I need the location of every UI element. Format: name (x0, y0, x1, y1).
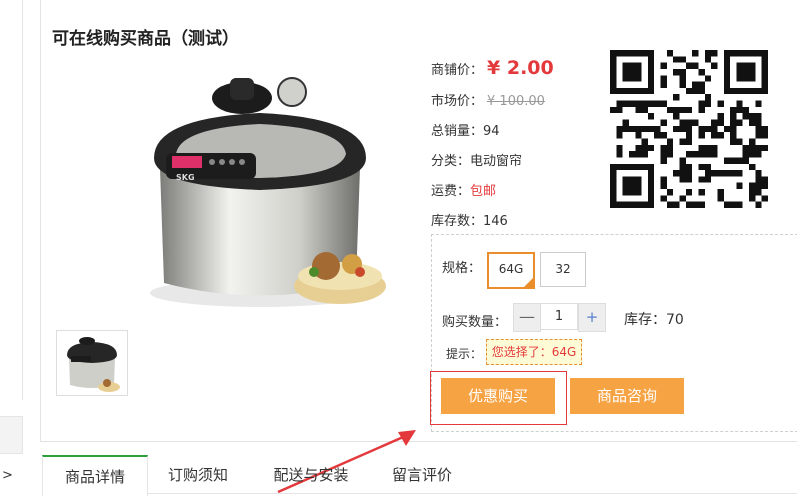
quantity-increase-button[interactable]: + (578, 303, 606, 332)
category-label: 分类： (431, 154, 471, 169)
market-price-row: 市场价： ¥ 100.00 (431, 90, 545, 109)
sales-label: 总销量： (431, 124, 484, 139)
spec-option-32[interactable]: 32 (540, 252, 586, 287)
spec-option-64g[interactable]: 64G (487, 252, 535, 289)
spec-option-label: 32 (555, 262, 571, 276)
tab-comments[interactable]: 留言评价 (376, 455, 468, 495)
selection-tip: 您选择了：64G (486, 339, 582, 365)
price-value: ¥ 2.00 (487, 57, 554, 79)
spec-label: 规格： (442, 261, 482, 276)
tab-delivery-install[interactable]: 配送与安装 (256, 455, 366, 495)
sales-row: 总销量：94 (431, 120, 500, 139)
stock-value: 146 (483, 214, 508, 229)
quantity-label: 购买数量： (442, 315, 508, 330)
category-value: 电动窗帘 (470, 154, 523, 169)
buy-button[interactable]: 优惠购买 (441, 378, 555, 414)
left-panel-fragment (0, 0, 23, 400)
shipping-value: 包邮 (470, 184, 497, 199)
tip-label: 提示： (446, 347, 483, 361)
market-price-label: 市场价： (431, 94, 484, 109)
selected-check-icon (524, 278, 533, 287)
stock-label: 库存数： (431, 214, 484, 229)
stock-row: 库存数：146 (431, 210, 508, 229)
product-title: 可在线购买商品（测试） (52, 29, 239, 49)
option-stock-info: 库存：70 (624, 312, 684, 328)
brand-label: SKG (176, 173, 195, 182)
price-label: 商铺价： (431, 63, 484, 78)
consult-button[interactable]: 商品咨询 (570, 378, 684, 414)
category-row: 分类：电动窗帘 (431, 150, 522, 169)
tab-product-details[interactable]: 商品详情 (42, 455, 148, 496)
product-thumbnail[interactable] (56, 330, 128, 396)
shipping-row: 运费：包邮 (431, 180, 496, 199)
market-price-value: ¥ 100.00 (487, 94, 545, 109)
price-row: 商铺价： ¥ 2.00 (431, 57, 554, 79)
tab-order-notes[interactable]: 订购须知 (150, 455, 246, 495)
quantity-decrease-button[interactable]: — (513, 303, 541, 332)
spec-option-label: 64G (498, 262, 524, 276)
qr-code (610, 50, 768, 208)
quantity-input[interactable]: 1 (540, 303, 578, 330)
left-panel-fragment-2 (0, 416, 23, 454)
left-arrow-icon[interactable]: > (2, 468, 13, 483)
shipping-label: 运费： (431, 184, 471, 199)
product-main-image: SKG (150, 77, 386, 307)
sales-value: 94 (483, 124, 500, 139)
